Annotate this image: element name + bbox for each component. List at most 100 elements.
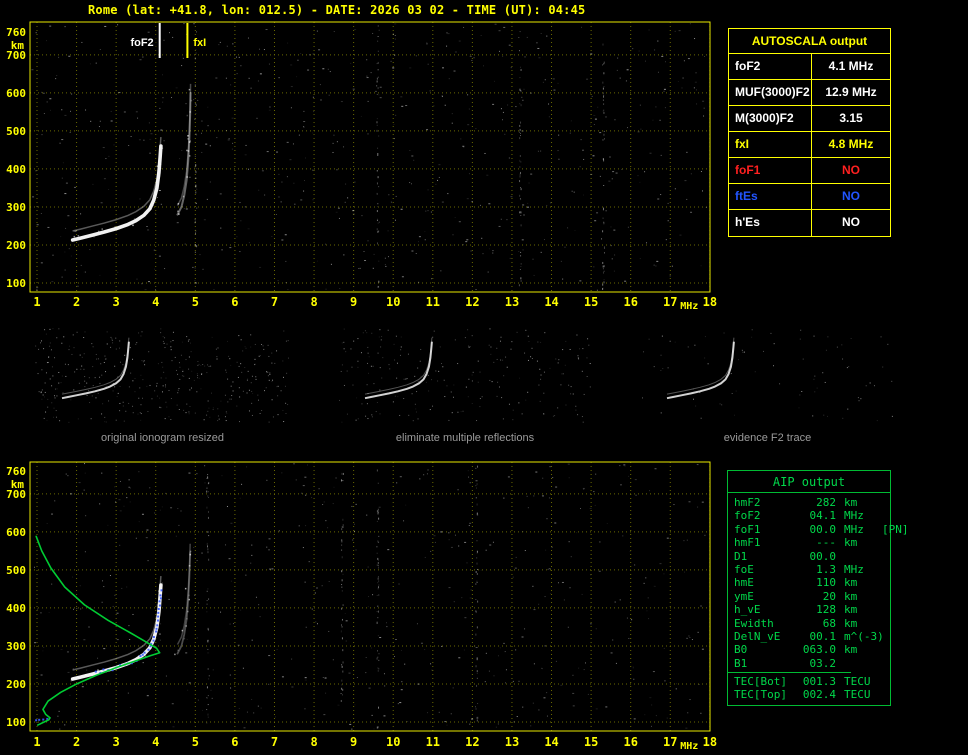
aip-param-value: 00.0 bbox=[809, 522, 837, 536]
svg-text:600: 600 bbox=[6, 526, 26, 539]
autoscala-row: MUF(3000)F2 12.9 MHz bbox=[729, 80, 890, 106]
aip-param-note: [PN] bbox=[882, 522, 909, 536]
aip-param-note bbox=[882, 496, 886, 509]
aip-param-value: 110 bbox=[816, 576, 836, 590]
aip-tec-unit: TECU bbox=[844, 688, 871, 702]
aip-param-note bbox=[882, 576, 886, 589]
svg-text:500: 500 bbox=[6, 564, 26, 577]
aip-tec-row: TEC[Top] 002.4 TECU bbox=[728, 688, 890, 701]
svg-text:2: 2 bbox=[73, 735, 80, 749]
aip-param-unit: MHz bbox=[844, 509, 864, 523]
aip-tec-note bbox=[882, 675, 886, 688]
aip-param-unit: km bbox=[844, 603, 858, 617]
svg-text:12: 12 bbox=[465, 295, 479, 309]
thumbnail-caption: original ionogram resized bbox=[101, 432, 224, 444]
aip-param-value: 063.0 bbox=[802, 643, 836, 657]
autoscala-table-title: AUTOSCALA output bbox=[729, 29, 890, 54]
aip-param-unit: km bbox=[844, 616, 858, 630]
aip-output-table: AIP output hmF2 282 km foF2 04.1 MHz foF1 00.0 M… bbox=[727, 470, 909, 706]
aip-param-value: 00.0 bbox=[809, 549, 837, 563]
svg-text:16: 16 bbox=[623, 735, 637, 749]
aip-row: h_vE 128 km bbox=[728, 603, 890, 616]
autoscala-param-label: fxI bbox=[729, 132, 812, 157]
aip-param-note bbox=[882, 643, 886, 656]
svg-text:9: 9 bbox=[350, 295, 357, 309]
ionogram-bottom-plot: 1 2 3 4 5 6 7 8 9 10 11 12 13 14 15 16 17 18MHz1002003004… bbox=[6, 461, 717, 752]
aip-tec-value: 002.4 bbox=[802, 688, 836, 702]
aip-row: D1 00.0 bbox=[728, 550, 890, 563]
aip-row: DelN_vE 00.1 m^(-3) bbox=[728, 630, 890, 643]
aip-row: Ewidth 68 km bbox=[728, 617, 890, 630]
aip-param-unit: km bbox=[844, 576, 858, 590]
aip-param-value: 20 bbox=[822, 589, 836, 603]
aip-param-unit: km bbox=[844, 643, 858, 657]
aip-param-label: foE bbox=[734, 562, 754, 576]
autoscala-param-label: foF2 bbox=[729, 54, 812, 79]
aip-param-unit bbox=[836, 550, 882, 563]
autoscala-screen: Rome (lat: +41.8, lon: 012.5) - DATE: 20… bbox=[0, 0, 968, 755]
aip-param-label: foF1 bbox=[734, 522, 761, 536]
svg-text:4: 4 bbox=[152, 735, 159, 749]
aip-param-value: 03.2 bbox=[809, 656, 837, 670]
aip-param-unit bbox=[836, 657, 882, 670]
aip-row: foE 1.3 MHz bbox=[728, 563, 890, 576]
thumbnail-f2-trace-evidence bbox=[640, 328, 895, 424]
svg-text:13: 13 bbox=[505, 295, 519, 309]
svg-text:9: 9 bbox=[350, 735, 357, 749]
aip-param-unit: km bbox=[844, 589, 858, 603]
svg-text:6: 6 bbox=[231, 735, 238, 749]
svg-text:1: 1 bbox=[33, 735, 40, 749]
thumbnail-original-ionogram bbox=[35, 328, 290, 424]
aip-param-note bbox=[882, 603, 886, 616]
aip-param-label: hmF2 bbox=[734, 496, 761, 509]
aip-table-rows: hmF2 282 km foF2 04.1 MHz foF1 00.0 MHz [PN] hmF1 -… bbox=[728, 496, 909, 670]
aip-row: hmF1 --- km bbox=[728, 536, 890, 549]
aip-tec-row: TEC[Bot] 001.3 TECU bbox=[728, 675, 890, 688]
autoscala-param-value: NO bbox=[842, 189, 860, 203]
aip-param-label: D1 bbox=[734, 549, 748, 563]
svg-text:foF2: foF2 bbox=[130, 37, 153, 49]
aip-param-note bbox=[882, 509, 886, 522]
svg-text:11: 11 bbox=[426, 735, 440, 749]
svg-text:17: 17 bbox=[663, 735, 677, 749]
aip-param-label: DelN_vE bbox=[734, 629, 781, 643]
svg-text:200: 200 bbox=[6, 239, 26, 252]
aip-param-unit: km bbox=[844, 536, 858, 550]
aip-row: B0 063.0 km bbox=[728, 643, 890, 656]
aip-row: hmF2 282 km bbox=[728, 496, 890, 509]
svg-text:300: 300 bbox=[6, 201, 26, 214]
aip-param-value: 04.1 bbox=[809, 509, 837, 523]
autoscala-param-value: NO bbox=[842, 215, 860, 229]
svg-text:10: 10 bbox=[386, 735, 400, 749]
autoscala-param-value: 12.9 MHz bbox=[825, 85, 877, 99]
autoscala-param-value: NO bbox=[842, 163, 860, 177]
aip-param-note bbox=[882, 563, 886, 576]
aip-param-unit: km bbox=[844, 496, 858, 509]
aip-param-unit: MHz bbox=[844, 562, 864, 576]
svg-text:300: 300 bbox=[6, 640, 26, 653]
aip-param-value: --- bbox=[816, 536, 836, 550]
svg-text:100: 100 bbox=[6, 277, 26, 290]
svg-text:17: 17 bbox=[663, 295, 677, 309]
svg-text:10: 10 bbox=[386, 295, 400, 309]
svg-text:km: km bbox=[11, 39, 25, 52]
thumbnail-caption: eliminate multiple reflections bbox=[395, 432, 535, 444]
autoscala-row: M(3000)F2 3.15 bbox=[729, 106, 890, 132]
aip-row: ymE 20 km bbox=[728, 590, 890, 603]
aip-param-note bbox=[882, 630, 886, 643]
aip-param-note bbox=[882, 657, 886, 670]
aip-param-note bbox=[882, 590, 886, 603]
svg-text:400: 400 bbox=[6, 163, 26, 176]
svg-text:3: 3 bbox=[113, 735, 120, 749]
svg-text:760: 760 bbox=[6, 465, 26, 478]
svg-text:6: 6 bbox=[231, 295, 238, 309]
autoscala-output-table: AUTOSCALA output foF2 4.1 MHz MUF(3000)F2 1… bbox=[728, 28, 891, 237]
svg-text:11: 11 bbox=[426, 295, 440, 309]
aip-row: foF2 04.1 MHz bbox=[728, 509, 890, 522]
aip-param-value: 282 bbox=[816, 496, 836, 509]
aip-param-label: ymE bbox=[734, 589, 754, 603]
aip-param-label: B0 bbox=[734, 643, 748, 657]
aip-param-label: h_vE bbox=[734, 603, 761, 617]
aip-tec-unit: TECU bbox=[844, 675, 871, 689]
svg-text:16: 16 bbox=[623, 295, 637, 309]
